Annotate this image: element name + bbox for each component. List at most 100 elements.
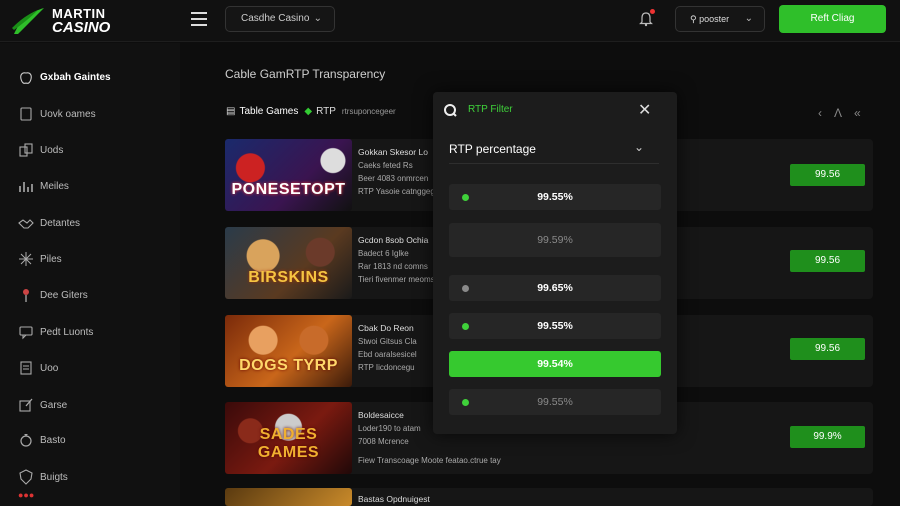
rtp-option[interactable]: 99.55%	[449, 184, 661, 210]
rtp-option-value: 99.55%	[537, 396, 573, 408]
sidebar-item[interactable]: Basto	[18, 431, 66, 449]
game-details: Cbak Do Reon Stwoi Gitsus Cla Ebd oarals…	[358, 322, 417, 374]
rtp-filter-modal: RTP Filter ✕ RTP percentage ⌄ 99.55% 99.…	[433, 92, 677, 434]
ring-icon	[20, 434, 32, 447]
game-thumbnail[interactable]	[225, 488, 352, 506]
hamburger-menu-icon[interactable]	[191, 12, 207, 26]
double-chevron-icon[interactable]: «	[854, 106, 873, 120]
sidebar-item-label: Gxbah Gaintes	[40, 71, 111, 83]
breadcrumb-separator-icon: ◆	[304, 106, 313, 117]
detail-line: RTP Iicdoncegu	[358, 363, 415, 372]
apple-icon	[20, 72, 32, 84]
rtp-option-value: 99.55%	[537, 191, 573, 203]
close-icon[interactable]: ✕	[638, 100, 651, 120]
sidebar-item[interactable]: Gxbah Gaintes	[18, 68, 111, 86]
filter-icon	[444, 104, 457, 117]
sidebar-item[interactable]: Dee Giters	[18, 286, 88, 304]
sidebar-item-label: Pedt Luonts	[40, 326, 94, 338]
logo-text-bottom: CASINO	[52, 19, 111, 36]
sidebar: Gxbah Gaintes Uovk oames Uods Meiles Det…	[0, 43, 180, 506]
pin-icon	[23, 289, 29, 302]
casino-select-value: Casdhe Casino	[241, 13, 310, 24]
rtp-option-value: 99.54%	[537, 358, 573, 370]
sidebar-item-label: Garse	[40, 399, 68, 411]
rtp-badge[interactable]: 99.56	[790, 250, 865, 272]
chevron-left-icon[interactable]: ‹	[818, 106, 834, 120]
chevron-down-icon[interactable]: ⌄	[634, 140, 644, 154]
game-row[interactable]: Bastas Opdnuigest	[225, 488, 873, 506]
game-thumbnail[interactable]: PONESETOPT	[225, 139, 352, 211]
sidebar-item[interactable]: Buigts	[18, 468, 68, 486]
sidebar-item[interactable]: Uovk oames	[18, 105, 96, 123]
rtp-option[interactable]: 99.55%	[449, 313, 661, 339]
user-select[interactable]: ⚲ pooster ⌄	[675, 6, 765, 32]
modal-title: RTP Filter	[468, 104, 513, 115]
table-icon: ▤	[226, 106, 236, 117]
logo[interactable]: MARTIN CASINO	[12, 4, 122, 38]
detail-line: Caeks feted Rs	[358, 161, 413, 170]
divider	[449, 163, 659, 164]
sidebar-item[interactable]: Piles	[18, 250, 62, 268]
sidebar-item[interactable]: Uoo	[18, 359, 58, 377]
detail-line: Beer 4083 onmrcen	[358, 174, 429, 183]
rtp-badge[interactable]: 99.56	[790, 338, 865, 360]
user-icon: ⚲	[690, 14, 697, 24]
sidebar-item[interactable]: Uods	[18, 141, 63, 159]
breadcrumb-item[interactable]: rtrsuponcegeer	[342, 107, 396, 116]
sidebar-item-label: Uods	[40, 144, 64, 156]
breadcrumb-item[interactable]: RTP	[316, 106, 336, 117]
sidebar-item[interactable]: Pedt Luonts	[18, 323, 93, 341]
game-thumbnail[interactable]: SADES GAMES	[225, 402, 352, 474]
rtp-option-value: 99.55%	[537, 320, 573, 332]
chart-icon	[19, 182, 33, 192]
edit-icon	[19, 398, 33, 412]
detail-line: Stwoi Gitsus Cla	[358, 337, 417, 346]
game-details: Bastas Opdnuigest	[358, 493, 430, 506]
detail-line: Fiew Transcoage Moote featao.ctrue tay	[358, 456, 501, 465]
rtp-option-value: 99.65%	[537, 282, 573, 294]
detail-line: RTP Yasoie catnggeg	[358, 187, 435, 196]
card-icon	[20, 107, 32, 121]
game-name: Cbak Do Reon	[358, 323, 414, 333]
sidebar-item-label: Uoo	[40, 362, 59, 374]
game-thumbnail[interactable]: BIRSKINS	[225, 227, 352, 299]
status-dot	[462, 323, 469, 330]
doc-icon	[20, 361, 32, 375]
detail-line: 7008 Mcrence	[358, 437, 409, 446]
logo-leaf-icon	[12, 8, 44, 34]
user-select-value: pooster	[699, 14, 730, 24]
status-dot	[462, 285, 469, 292]
page-title: Cable GamRTP Transparency	[225, 67, 386, 81]
breadcrumb-item[interactable]: Table Games	[239, 106, 298, 117]
status-dot	[462, 194, 469, 201]
thumbnail-title: DOGS TYRP	[239, 357, 338, 374]
sidebar-item-label: Basto	[40, 434, 66, 446]
chevron-down-icon: ⌄	[744, 13, 753, 24]
sidebar-item[interactable]: Meiles	[18, 177, 69, 195]
rtp-badge[interactable]: 99.9%	[790, 426, 865, 448]
nav-arrows: ‹Λ«	[818, 106, 873, 120]
sidebar-item-label: Detantes	[40, 217, 81, 229]
rtp-option-selected[interactable]: 99.54%	[449, 351, 661, 377]
thumbnail-title: PONESETOPT	[231, 181, 346, 198]
thumbnail-title: SADES GAMES	[257, 426, 320, 461]
rtp-dropdown-label[interactable]: RTP percentage	[449, 142, 536, 156]
spark-icon	[19, 252, 33, 266]
rtp-badge[interactable]: 99.56	[790, 164, 865, 186]
sidebar-item[interactable]: Garse	[18, 396, 67, 414]
rtp-option[interactable]: 99.59%	[449, 223, 661, 257]
rtp-option-value: 99.59%	[537, 234, 573, 246]
game-thumbnail[interactable]: DOGS TYRP	[225, 315, 352, 387]
sidebar-item-label: Meiles	[40, 180, 69, 192]
game-name: Gokkan Skesor Lo	[358, 147, 428, 157]
rtp-option[interactable]: 99.55%	[449, 389, 661, 415]
cta-button[interactable]: Reft Cliag	[779, 5, 886, 33]
shield-icon	[19, 469, 33, 485]
triangle-icon[interactable]: Λ	[834, 106, 854, 120]
cards-icon	[19, 143, 33, 157]
sidebar-item-label: Uovk oames	[40, 108, 96, 120]
sidebar-item[interactable]: Detantes	[18, 214, 80, 232]
rtp-option[interactable]: 99.65%	[449, 275, 661, 301]
casino-select[interactable]: Casdhe Casino ⌄	[225, 6, 335, 32]
game-name: Bastas Opdnuigest	[358, 494, 430, 504]
